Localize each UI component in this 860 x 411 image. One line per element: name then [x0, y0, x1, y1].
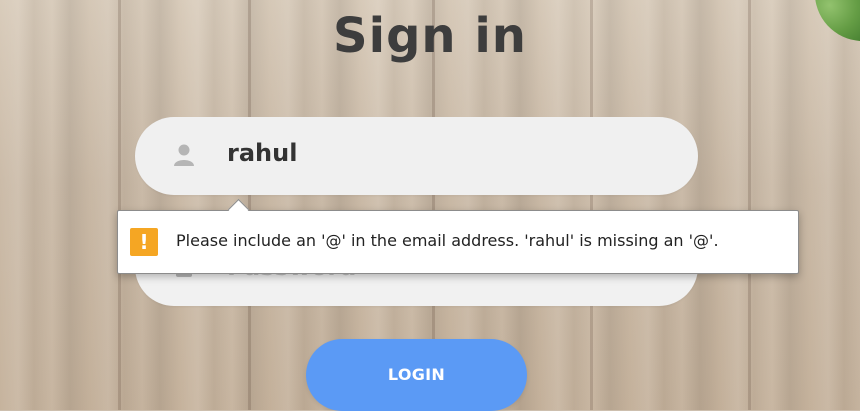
validation-tooltip: ! Please include an '@' in the email add… [117, 198, 799, 274]
warning-icon: ! [130, 228, 158, 256]
username-value: rahul [227, 139, 298, 167]
user-icon [173, 143, 195, 167]
username-field[interactable]: rahul [135, 117, 698, 195]
page-title: Sign in [333, 8, 527, 64]
login-button[interactable]: LOGIN [306, 339, 527, 411]
validation-message: Please include an '@' in the email addre… [176, 231, 719, 250]
